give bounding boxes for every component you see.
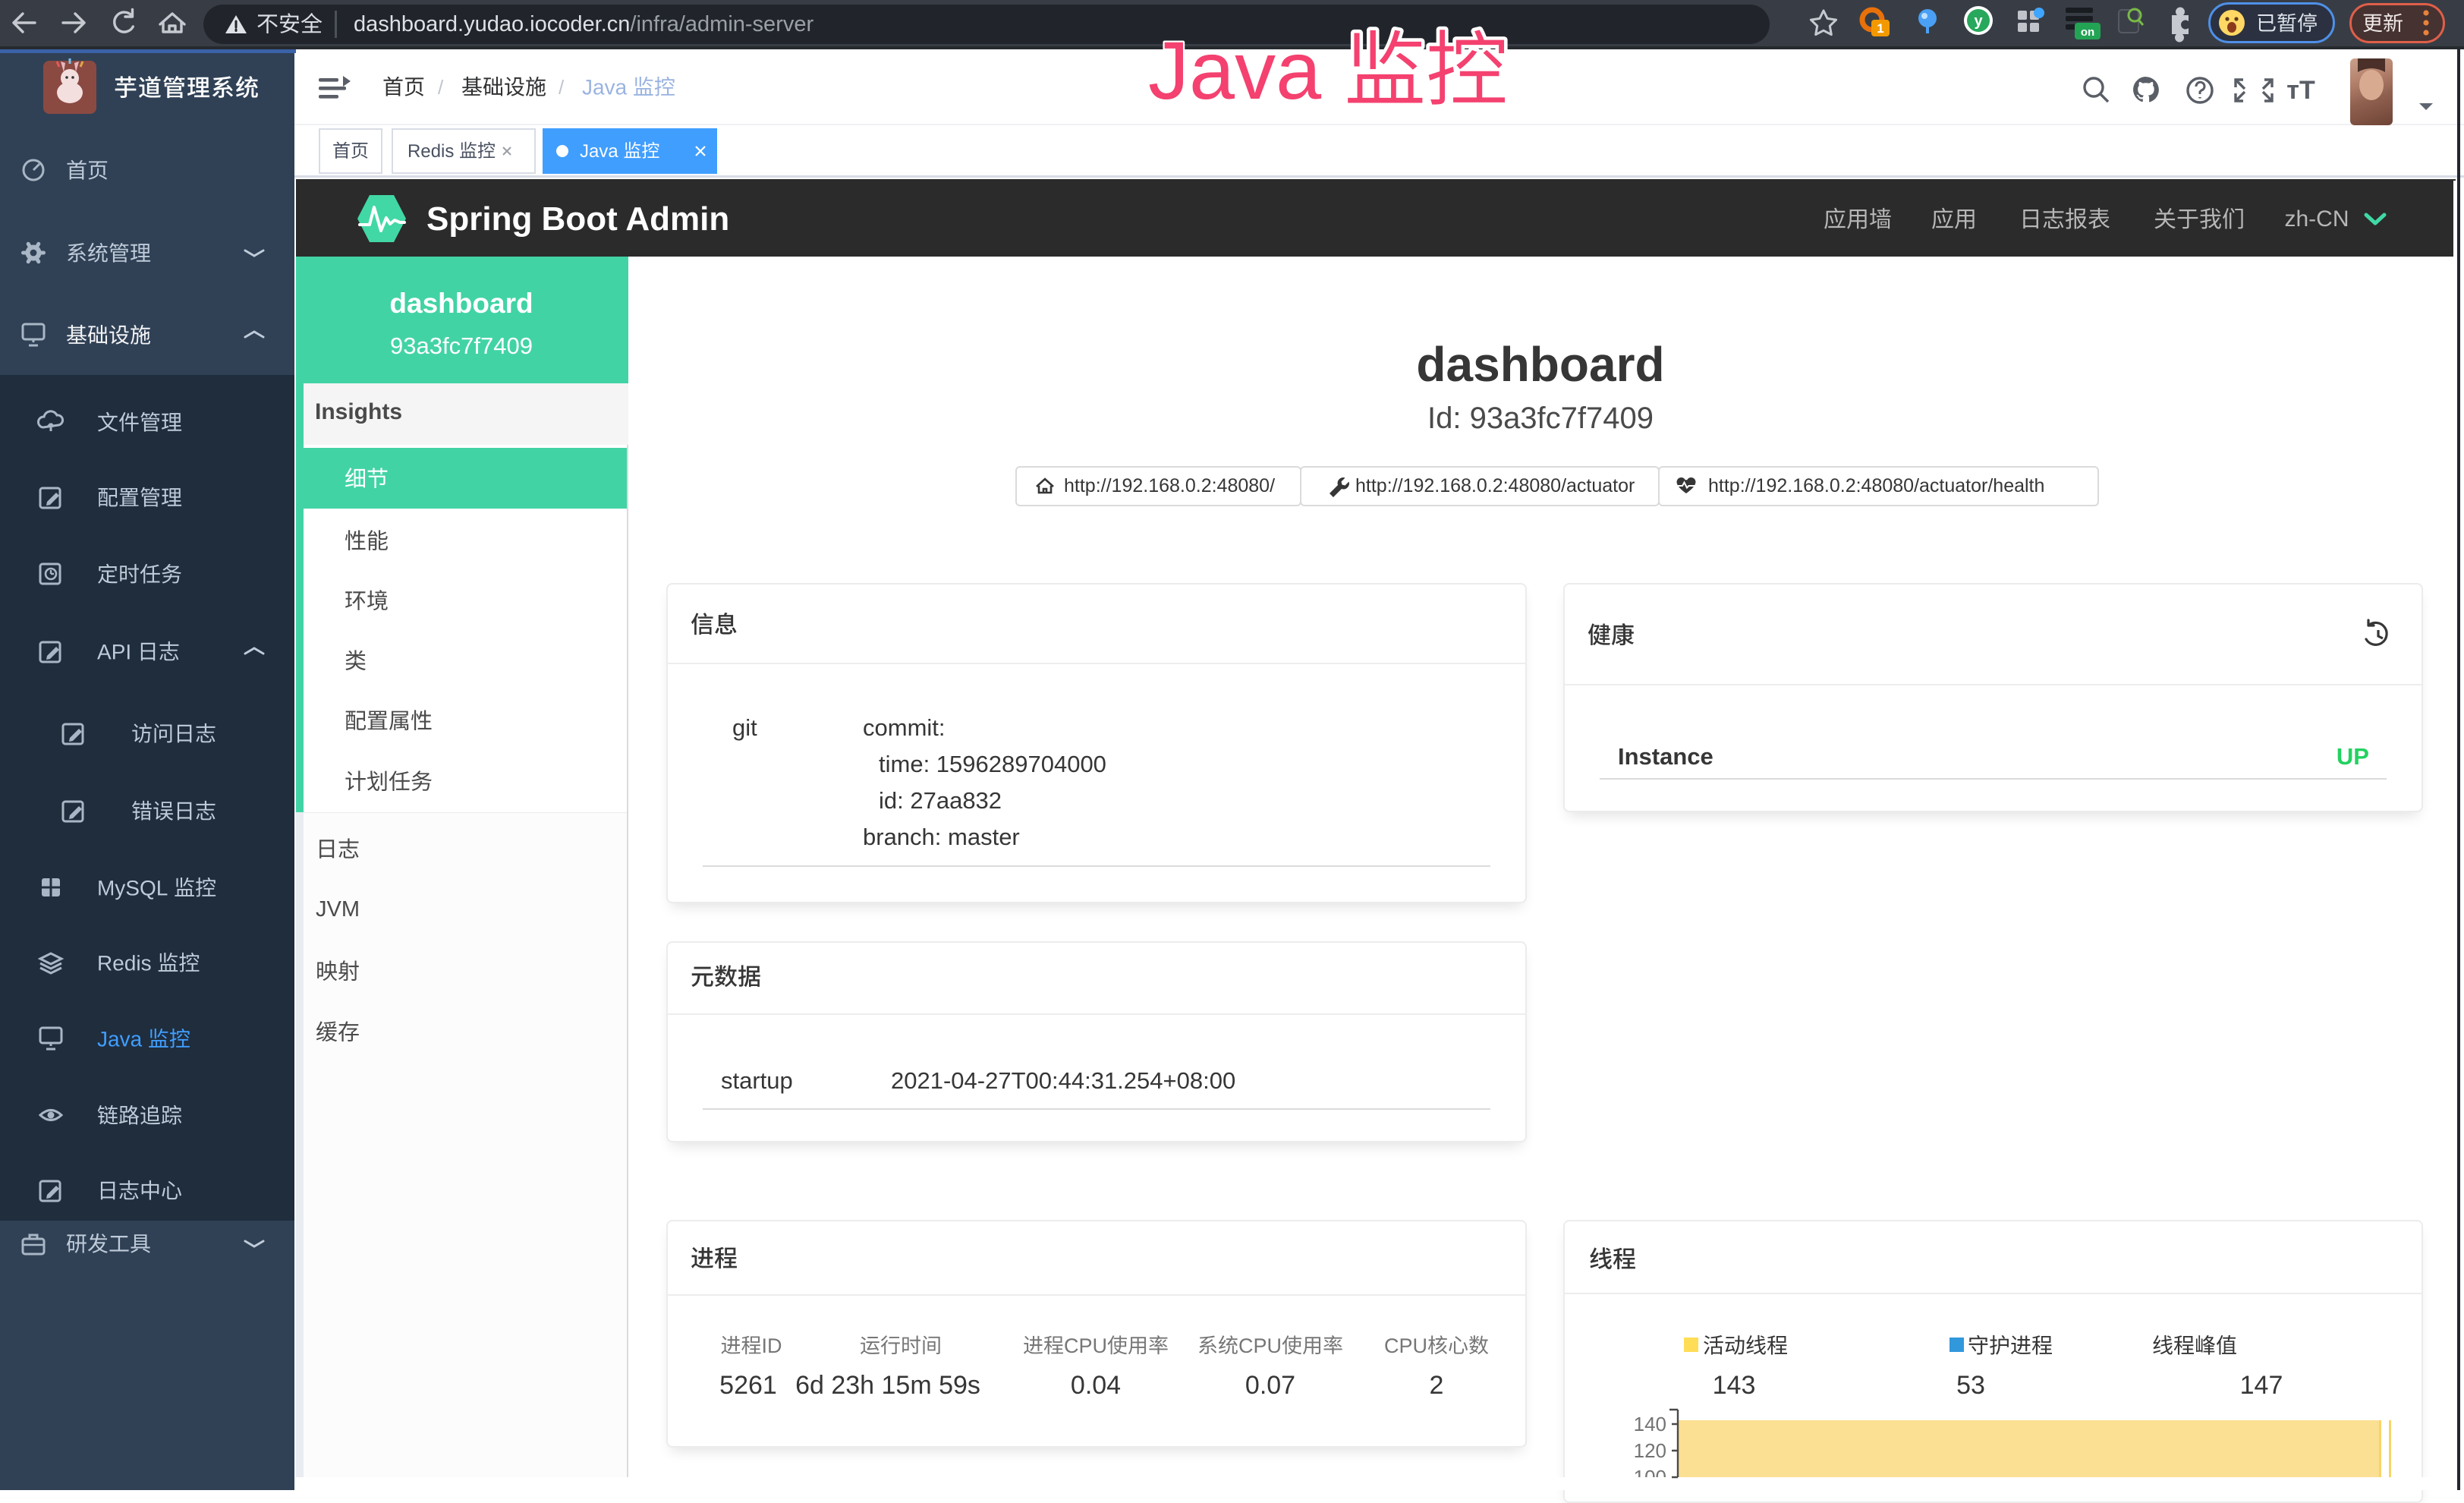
svg-text:1: 1 <box>1877 21 1883 36</box>
svg-text:on: on <box>2081 26 2094 39</box>
svg-text:y: y <box>1974 13 1983 30</box>
